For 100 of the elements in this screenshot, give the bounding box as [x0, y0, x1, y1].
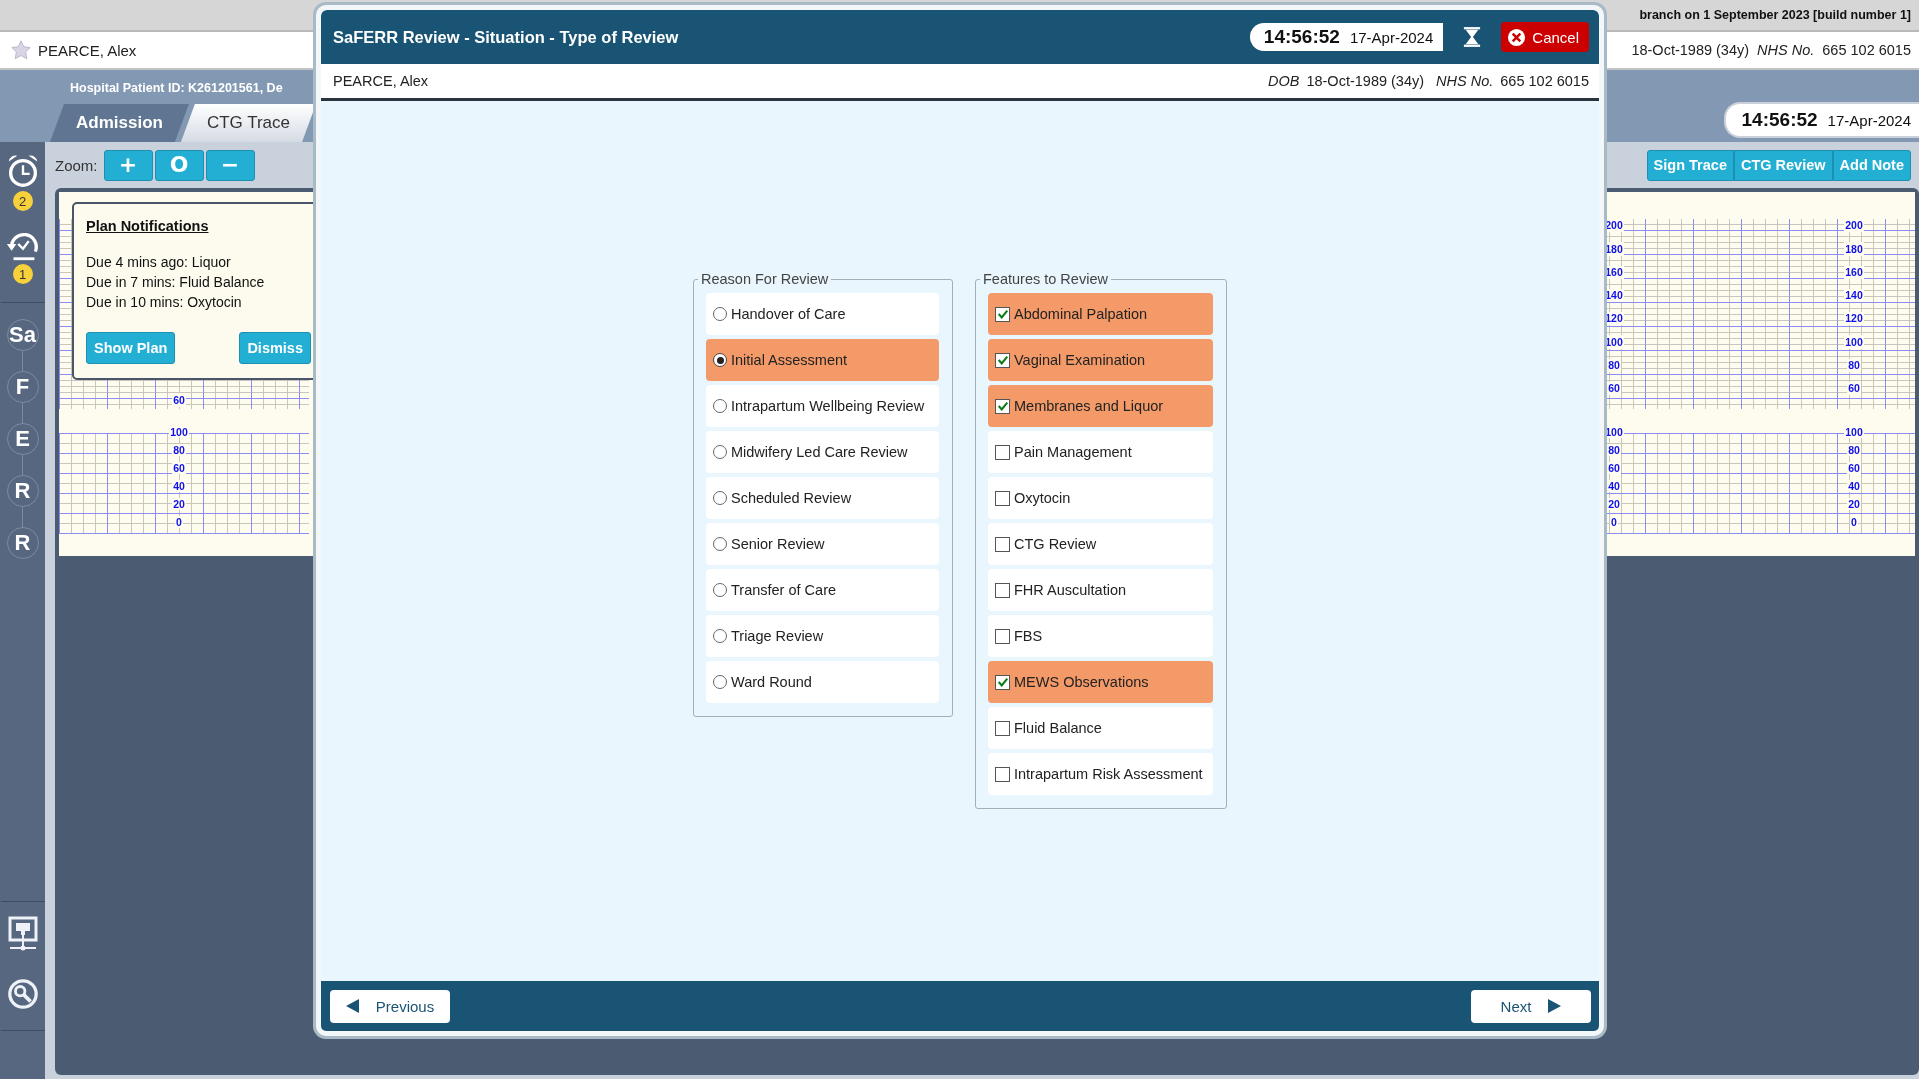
- axis-tick-label: 40: [1607, 480, 1621, 492]
- radio-button[interactable]: [713, 307, 727, 321]
- checkbox-option[interactable]: Abdominal Palpation: [988, 293, 1213, 335]
- notification-line: Due 4 mins ago: Liquor: [86, 253, 232, 272]
- date-of-birth: 18-Oct-1989 (34y): [1306, 73, 1425, 89]
- hourglass-icon[interactable]: [1463, 27, 1482, 47]
- radio-option[interactable]: Initial Assessment: [706, 339, 939, 381]
- option-label: Transfer of Care: [731, 582, 837, 598]
- axis-tick-label: 0: [1610, 516, 1618, 528]
- checkbox[interactable]: [995, 628, 1010, 644]
- axis-tick-label: 80: [172, 444, 186, 456]
- star-icon: [10, 39, 32, 61]
- cancel-button[interactable]: Cancel: [1501, 22, 1589, 52]
- checkbox[interactable]: [995, 536, 1010, 552]
- axis-tick-label: 80: [1847, 444, 1861, 456]
- date-of-birth: 18-Oct-1989 (34y): [1631, 42, 1750, 58]
- clock-date: 17-Apr-2024: [1827, 112, 1911, 129]
- axis-tick-label: 80: [1607, 358, 1621, 372]
- radio-button[interactable]: [713, 537, 727, 551]
- checkbox-option[interactable]: FBS: [988, 615, 1213, 657]
- axis-tick-label: 60: [172, 462, 186, 474]
- axis-tick-label: 60: [1607, 462, 1621, 474]
- checkbox[interactable]: [995, 352, 1010, 368]
- radio-option[interactable]: Ward Round: [706, 661, 939, 703]
- axis-tick-label: 40: [172, 480, 186, 492]
- option-label: Intrapartum Wellbeing Review: [731, 398, 925, 414]
- radio-button[interactable]: [713, 583, 727, 597]
- previous-button[interactable]: Previous: [330, 989, 450, 1023]
- search-icon[interactable]: [6, 976, 39, 1012]
- checkbox[interactable]: [995, 674, 1010, 690]
- radio-option[interactable]: Handover of Care: [706, 293, 939, 335]
- nhs-label: NHS No.: [1757, 42, 1815, 58]
- radio-option[interactable]: Intrapartum Wellbeing Review: [706, 385, 939, 427]
- checkbox[interactable]: [995, 490, 1010, 506]
- axis-tick-label: 180: [1844, 242, 1864, 256]
- checkbox[interactable]: [995, 398, 1010, 414]
- axis-tick-label: 60: [1607, 381, 1621, 395]
- checkbox-option[interactable]: Vaginal Examination: [988, 339, 1213, 381]
- checkbox-option[interactable]: CTG Review: [988, 523, 1213, 565]
- radio-button[interactable]: [713, 629, 727, 643]
- option-label: Scheduled Review: [731, 490, 852, 506]
- checkbox-option[interactable]: MEWS Observations: [988, 661, 1213, 703]
- axis-tick-label: 80: [1607, 444, 1621, 456]
- radio-option[interactable]: Transfer of Care: [706, 569, 939, 611]
- axis-tick-label: 20: [172, 498, 186, 510]
- axis-tick-label: 80: [1847, 358, 1861, 372]
- tab[interactable]: Admission: [50, 104, 189, 142]
- radio-button[interactable]: [713, 445, 727, 459]
- option-label: Senior Review: [731, 536, 825, 552]
- radio-button[interactable]: [713, 491, 727, 505]
- option-label: Ward Round: [731, 674, 812, 690]
- checkbox[interactable]: [995, 766, 1010, 782]
- checkbox[interactable]: [995, 444, 1010, 460]
- checkbox[interactable]: [995, 306, 1010, 322]
- next-button[interactable]: Next: [1471, 989, 1591, 1023]
- option-label: Intrapartum Risk Assessment: [1014, 766, 1203, 782]
- clock-time: 14:56:52: [1263, 26, 1340, 48]
- radio-option[interactable]: Midwifery Led Care Review: [706, 431, 939, 473]
- axis-tick-label: 20: [1847, 498, 1861, 510]
- notification-line: Due in 7 mins: Fluid Balance: [86, 273, 266, 292]
- option-label: Oxytocin: [1014, 490, 1071, 506]
- axis-tick-label: 140: [1844, 288, 1864, 302]
- checkbox-option[interactable]: Oxytocin: [988, 477, 1213, 519]
- checkbox-option[interactable]: Membranes and Liquor: [988, 385, 1213, 427]
- axis-tick-label: 0: [175, 516, 183, 528]
- build-info: branch on 1 September 2023 [build number 1]: [1639, 8, 1911, 22]
- count-badge: 2: [12, 191, 33, 211]
- axis-tick-label: 60: [172, 393, 186, 407]
- option-label: Pain Management: [1014, 444, 1132, 460]
- option-label: CTG Review: [1014, 536, 1097, 552]
- radio-button[interactable]: [713, 353, 727, 367]
- radio-option[interactable]: Senior Review: [706, 523, 939, 565]
- radio-option[interactable]: Triage Review: [706, 615, 939, 657]
- option-label: Membranes and Liquor: [1014, 398, 1164, 414]
- axis-tick-label: 40: [1847, 480, 1861, 492]
- axis-tick-label: 160: [1844, 265, 1864, 279]
- checkbox[interactable]: [995, 582, 1010, 598]
- clock-date: 17-Apr-2024: [1349, 29, 1434, 46]
- option-label: Handover of Care: [731, 306, 846, 322]
- patient-name: PEARCE, Alex: [333, 73, 429, 89]
- group-legend: Reason For Review: [698, 271, 832, 287]
- checkbox[interactable]: [995, 720, 1010, 736]
- checkbox-option[interactable]: Pain Management: [988, 431, 1213, 473]
- axis-tick-label: 120: [1844, 312, 1864, 326]
- radio-option[interactable]: Scheduled Review: [706, 477, 939, 519]
- option-label: MEWS Observations: [1014, 674, 1149, 690]
- checkbox-option[interactable]: FHR Auscultation: [988, 569, 1213, 611]
- hospital-patient-id: Hospital Patient ID: K261201561, De: [69, 80, 284, 95]
- radio-button[interactable]: [713, 399, 727, 413]
- axis-tick-label: 100: [1844, 335, 1864, 349]
- radio-button[interactable]: [713, 675, 727, 689]
- checkbox-option[interactable]: Fluid Balance: [988, 707, 1213, 749]
- axis-tick-label: 100: [169, 426, 189, 438]
- option-label: Abdominal Palpation: [1014, 306, 1147, 322]
- count-badge: 1: [12, 264, 33, 284]
- axis-tick-label: 60: [1847, 462, 1861, 474]
- notification-line: Due in 10 mins: Oxytocin: [86, 293, 243, 312]
- monitor-network-icon[interactable]: [6, 916, 39, 952]
- left-triangle-icon: [345, 999, 360, 1013]
- checkbox-option[interactable]: Intrapartum Risk Assessment: [988, 753, 1213, 795]
